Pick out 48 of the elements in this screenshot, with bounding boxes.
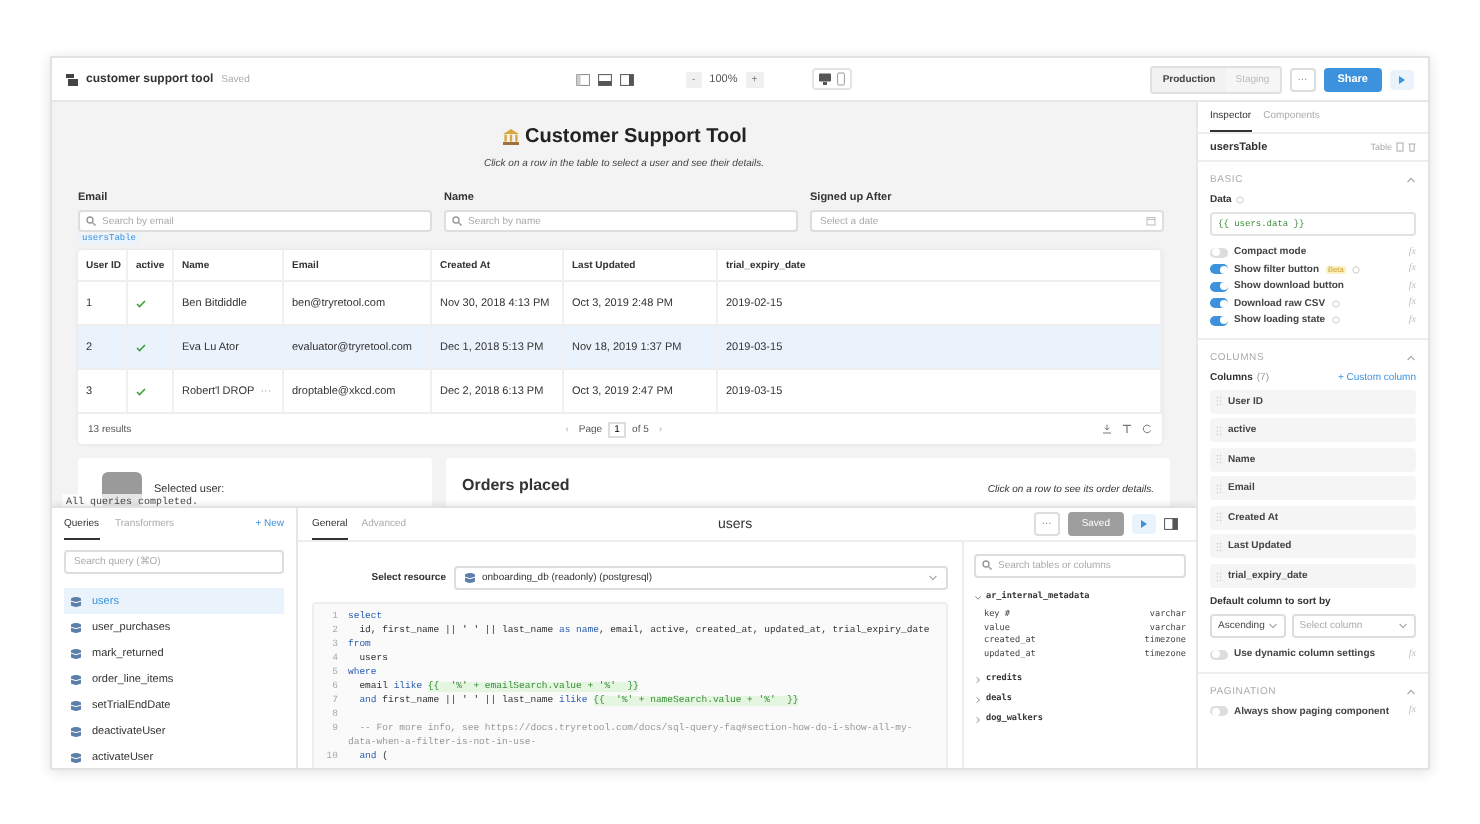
download-icon[interactable]	[1102, 424, 1112, 434]
search-icon	[982, 560, 992, 570]
database-icon	[70, 595, 82, 607]
app-icon	[66, 73, 78, 85]
toggle-switch[interactable]	[1210, 298, 1228, 309]
page-title: Customer Support Tool	[525, 126, 747, 148]
refresh-icon[interactable]	[1142, 424, 1152, 434]
chevron-up-icon	[1406, 353, 1416, 361]
side-panel-icon[interactable]	[1164, 518, 1178, 530]
search-icon	[452, 216, 462, 226]
toggle-switch[interactable]	[1210, 281, 1228, 292]
database-icon	[70, 751, 82, 763]
chevron-down-icon	[1398, 622, 1408, 631]
chevron-right-icon[interactable]	[974, 675, 982, 683]
filter-icon[interactable]	[1122, 424, 1132, 434]
toggle-switch[interactable]	[1210, 247, 1228, 258]
toggle-switch[interactable]	[1210, 264, 1228, 275]
chevron-right-icon[interactable]	[974, 695, 982, 703]
search-icon	[86, 216, 96, 226]
chevron-down-icon	[928, 574, 938, 582]
desktop-icon[interactable]	[817, 72, 832, 86]
code-editor[interactable]	[312, 602, 948, 768]
database-icon	[464, 572, 476, 584]
copy-icon[interactable]	[1396, 142, 1404, 152]
chevron-down-icon[interactable]	[974, 593, 982, 601]
play-icon	[1138, 518, 1150, 530]
run-button[interactable]	[1390, 69, 1414, 89]
chevron-up-icon	[1406, 176, 1416, 184]
toggle-switch[interactable]	[1210, 315, 1228, 326]
database-icon	[70, 673, 82, 685]
card-title: Orders placed	[462, 476, 570, 494]
chevron-down-icon	[1267, 622, 1278, 631]
bottom-panel-icon[interactable]	[598, 73, 612, 85]
left-panel-icon[interactable]	[576, 73, 590, 85]
toggle-switch[interactable]	[1210, 706, 1228, 717]
trash-icon[interactable]	[1408, 142, 1416, 152]
database-icon	[70, 647, 82, 659]
calendar-icon	[1146, 216, 1156, 226]
bank-icon	[501, 128, 520, 146]
database-icon	[70, 725, 82, 737]
play-icon	[1396, 73, 1408, 85]
toggle-switch[interactable]	[1210, 649, 1228, 660]
chevron-up-icon	[1406, 687, 1416, 696]
database-icon	[70, 699, 82, 711]
run-button[interactable]	[1132, 514, 1156, 534]
right-panel-icon[interactable]	[620, 73, 634, 85]
database-icon	[70, 621, 82, 633]
chevron-right-icon[interactable]	[974, 715, 982, 723]
